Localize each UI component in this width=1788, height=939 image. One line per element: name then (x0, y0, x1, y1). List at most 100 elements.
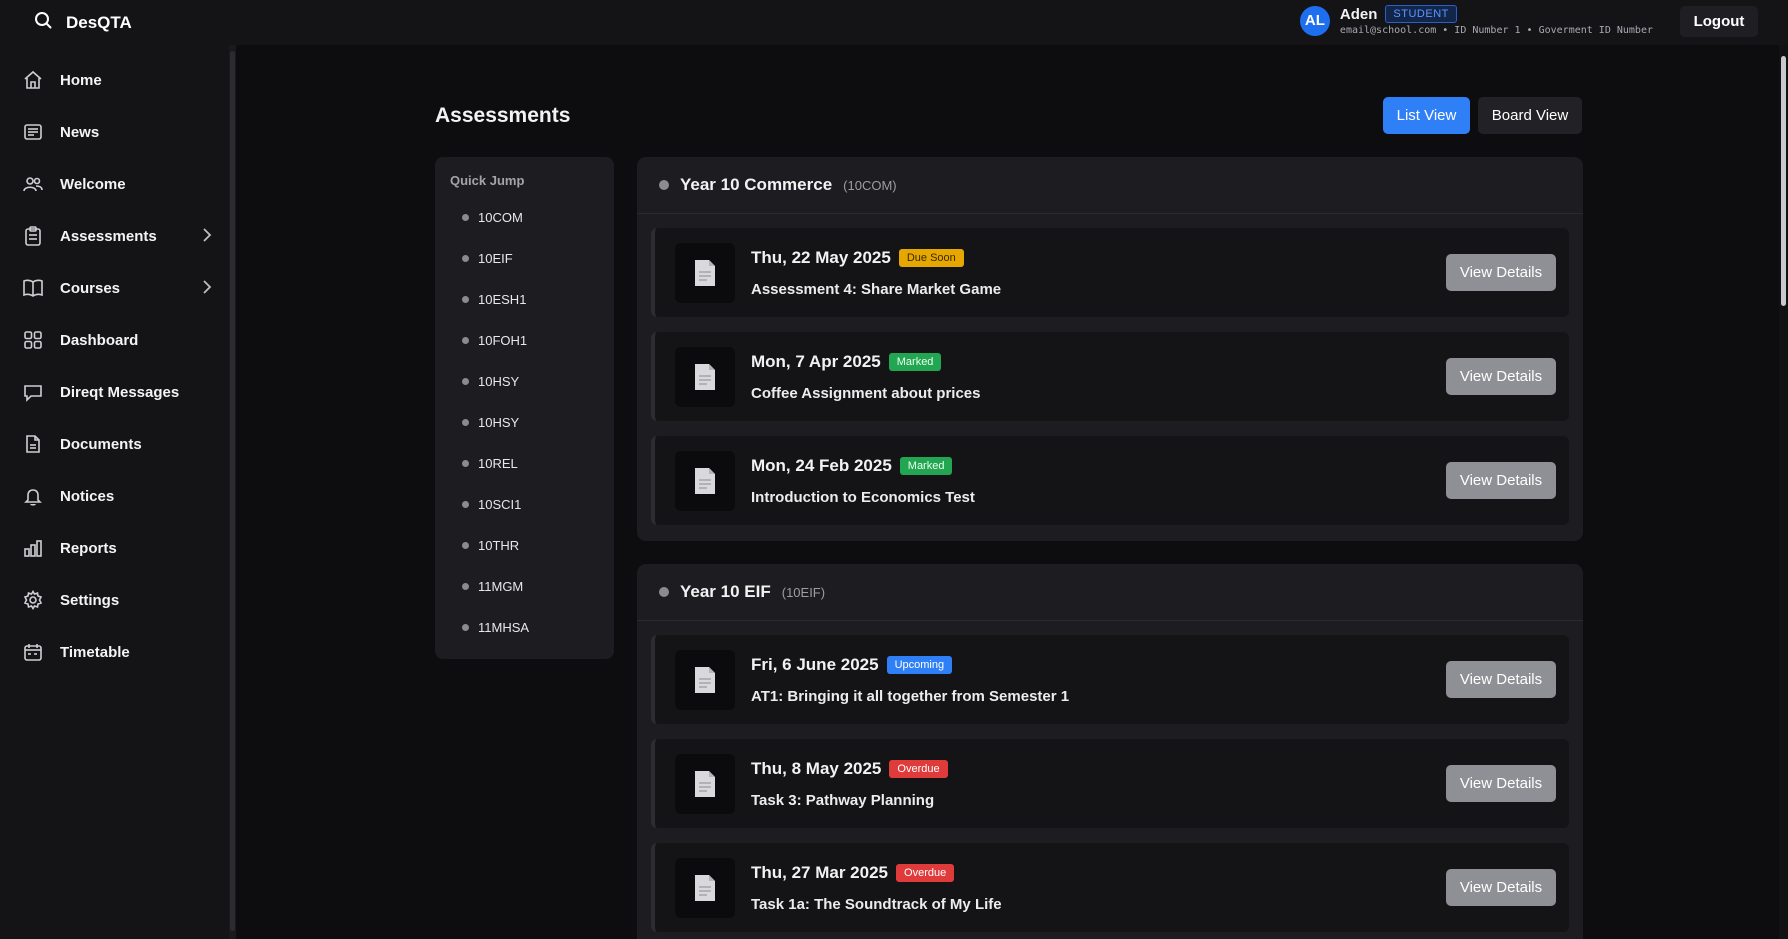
sidebar-item-timetable[interactable]: Timetable (22, 639, 212, 665)
brand[interactable]: DesQTA (34, 11, 132, 34)
document-icon (675, 243, 735, 303)
section-code: (10EIF) (781, 584, 826, 600)
sidebar-item-label: Settings (60, 591, 120, 609)
quick-jump-item[interactable]: 10REL (462, 456, 518, 471)
assessment-date-row: Fri, 6 June 2025 Upcoming (751, 655, 953, 675)
quick-jump-label: 10HSY (478, 374, 520, 389)
quick-jump-item[interactable]: 10FOH1 (462, 333, 527, 348)
assessment-card[interactable]: Fri, 6 June 2025 Upcoming AT1: Bringing … (651, 635, 1569, 724)
view-details-button[interactable]: View Details (1446, 765, 1556, 802)
sidebar-item-notices[interactable]: Notices (22, 483, 212, 509)
sidebar-item-dashboard[interactable]: Dashboard (22, 327, 212, 353)
quick-jump-item[interactable]: 10ESH1 (462, 292, 526, 307)
quick-jump-item[interactable]: 10EIF (462, 251, 513, 266)
view-details-button[interactable]: View Details (1446, 462, 1556, 499)
news-icon (22, 121, 44, 143)
assessment-card[interactable]: Mon, 7 Apr 2025 Marked Coffee Assignment… (651, 332, 1569, 421)
board-view-button[interactable]: Board View (1478, 97, 1582, 134)
quick-jump-label: 10ESH1 (478, 292, 527, 307)
chevron-right-icon[interactable] (202, 228, 212, 247)
bullet-icon (462, 255, 469, 262)
assessment-card[interactable]: Mon, 24 Feb 2025 Marked Introduction to … (651, 436, 1569, 525)
status-badge: Upcoming (886, 656, 953, 674)
assessment-date-row: Mon, 7 Apr 2025 Marked (751, 352, 942, 372)
sidebar-item-courses[interactable]: Courses (22, 275, 212, 301)
quick-jump-item[interactable]: 11MHSA (462, 620, 529, 635)
sidebar-item-label: Reports (60, 539, 117, 557)
main-scrollbar-thumb[interactable] (1781, 56, 1786, 306)
sidebar-item-label: Notices (60, 487, 115, 505)
chat-icon (22, 381, 44, 403)
assessment-card[interactable]: Thu, 27 Mar 2025 Overdue Task 1a: The So… (651, 843, 1569, 932)
assessment-title: Task 3: Pathway Planning (751, 792, 935, 809)
bullet-icon (462, 624, 469, 631)
status-badge: Marked (888, 353, 942, 371)
sidebar-item-label: News (60, 123, 100, 141)
document-icon (22, 433, 44, 455)
sidebar-scrollbar[interactable] (229, 45, 236, 939)
view-details-button[interactable]: View Details (1446, 661, 1556, 698)
book-icon (22, 277, 44, 299)
sidebar-item-welcome[interactable]: Welcome (22, 171, 212, 197)
assessment-date: Fri, 6 June 2025 (751, 655, 879, 674)
sidebar-item-label: Welcome (60, 175, 126, 193)
assessment-card[interactable]: Thu, 8 May 2025 Overdue Task 3: Pathway … (651, 739, 1569, 828)
sidebar-item-documents[interactable]: Documents (22, 431, 212, 457)
sidebar-item-home[interactable]: Home (22, 67, 212, 93)
logout-button[interactable]: Logout (1680, 6, 1758, 37)
quick-jump-item[interactable]: 10SCI1 (462, 497, 521, 512)
bullet-icon (462, 501, 469, 508)
bell-icon (22, 485, 44, 507)
sidebar-scrollbar-thumb[interactable] (230, 51, 235, 931)
role-badge: STUDENT (1385, 5, 1457, 23)
bullet-icon (462, 378, 469, 385)
quick-jump-item[interactable]: 10HSY (462, 374, 519, 389)
quick-jump-label: 10THR (478, 538, 520, 553)
list-view-button[interactable]: List View (1383, 97, 1470, 134)
user-info[interactable]: AL Aden STUDENT email@school.com • ID Nu… (1299, 5, 1653, 36)
bullet-icon (462, 542, 469, 549)
bullet-icon (462, 337, 469, 344)
sidebar-item-reports[interactable]: Reports (22, 535, 212, 561)
assessment-title: Introduction to Economics Test (751, 489, 975, 506)
assessment-card[interactable]: Thu, 22 May 2025 Due Soon Assessment 4: … (651, 228, 1569, 317)
sidebar-item-news[interactable]: News (22, 119, 212, 145)
sidebar: Home News Welcome Assessments Courses Da… (0, 45, 232, 939)
user-name: Aden (1339, 5, 1378, 23)
quick-jump-item[interactable]: 11MGM (462, 579, 523, 594)
quick-jump-item[interactable]: 10HSY (462, 415, 519, 430)
status-badge: Overdue (889, 760, 948, 778)
quick-jump-label: 10FOH1 (478, 333, 528, 348)
sidebar-item-assessments[interactable]: Assessments (22, 223, 212, 249)
chevron-right-icon[interactable] (202, 280, 212, 299)
main-scrollbar[interactable] (1779, 45, 1788, 939)
assessment-date: Mon, 7 Apr 2025 (751, 352, 881, 371)
sidebar-item-label: Assessments (60, 227, 157, 245)
view-details-button[interactable]: View Details (1446, 254, 1556, 291)
quick-jump-item[interactable]: 10THR (462, 538, 519, 553)
quick-jump-item[interactable]: 10COM (462, 210, 523, 225)
bullet-icon (462, 296, 469, 303)
sidebar-item-label: Direqt Messages (60, 383, 180, 401)
assessment-title: AT1: Bringing it all together from Semes… (751, 688, 1070, 705)
document-icon (675, 451, 735, 511)
status-badge: Marked (899, 457, 953, 475)
top-bar: DesQTA AL Aden STUDENT email@school.com … (0, 0, 1788, 45)
sidebar-item-direqt-messages[interactable]: Direqt Messages (22, 379, 212, 405)
view-details-button[interactable]: View Details (1446, 358, 1556, 395)
course-section: Year 10 Commerce (10COM) Thu, 22 May 202… (637, 157, 1583, 541)
search-icon[interactable] (34, 11, 52, 34)
assessment-date-row: Thu, 22 May 2025 Due Soon (751, 248, 964, 268)
app-title: DesQTA (66, 12, 132, 32)
view-details-button[interactable]: View Details (1446, 869, 1556, 906)
quick-jump-label: 10SCI1 (478, 497, 522, 512)
quick-jump-panel: Quick Jump 10COM 10EIF 10ESH1 10FOH1 10H… (435, 157, 614, 659)
status-badge: Due Soon (898, 249, 964, 267)
section-title: Year 10 Commerce (680, 175, 833, 194)
calendar-icon (22, 641, 44, 663)
quick-jump-label: 10REL (478, 456, 518, 471)
assessment-date-row: Mon, 24 Feb 2025 Marked (751, 456, 953, 476)
assessment-date: Thu, 27 Mar 2025 (751, 863, 889, 882)
sidebar-item-settings[interactable]: Settings (22, 587, 212, 613)
avatar[interactable]: AL (1299, 5, 1330, 36)
